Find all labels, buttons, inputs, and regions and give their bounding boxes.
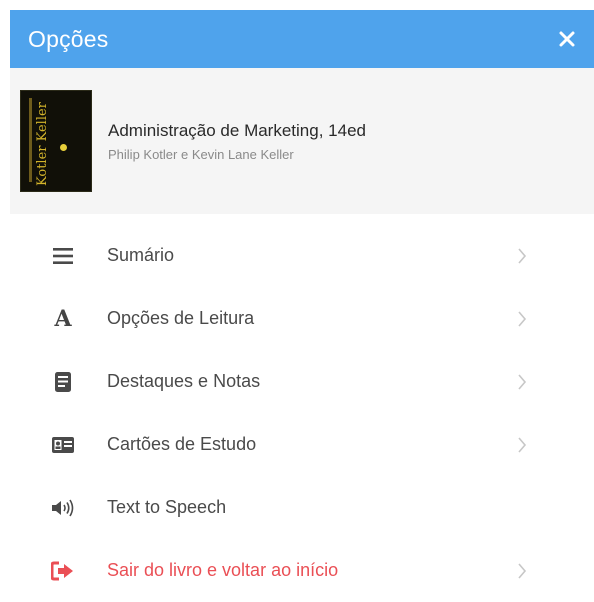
menu-item-label: Opções de Leitura <box>107 308 255 328</box>
book-info-section: Kotler Keller Administração de Marketing… <box>10 68 594 214</box>
menu-item-sair-livro[interactable]: Sair do livro e voltar ao início <box>10 539 594 602</box>
book-title: Administração de Marketing, 14ed <box>108 120 366 140</box>
header-title: Opções <box>28 25 109 52</box>
book-details: Administração de Marketing, 14ed Philip … <box>108 121 366 162</box>
options-header: Opções <box>10 10 594 68</box>
menu-item-label: Sair do livro e voltar ao início <box>107 560 339 580</box>
menu-item-text-to-speech[interactable]: Text to Speech <box>10 476 594 539</box>
notes-icon <box>50 369 76 395</box>
book-authors: Philip Kotler e Kevin Lane Keller <box>108 146 294 162</box>
menu-item-destaques-notas[interactable]: Destaques e Notas <box>10 350 594 413</box>
menu-item-sumario[interactable]: Sumário <box>10 224 594 287</box>
chevron-right-icon <box>515 560 529 582</box>
list-icon <box>50 243 76 269</box>
font-icon: A <box>54 305 72 332</box>
book-cover: Kotler Keller <box>20 90 92 192</box>
close-button[interactable] <box>552 24 582 54</box>
menu-item-cartoes-estudo[interactable]: Cartões de Estudo <box>10 413 594 476</box>
options-panel: Opções Kotler Keller Administração de Ma… <box>10 10 594 596</box>
menu-item-label: Text to Speech <box>107 497 227 517</box>
menu-item-opcoes-leitura[interactable]: A Opções de Leitura <box>10 287 594 350</box>
chevron-right-icon <box>515 371 529 393</box>
close-icon <box>559 31 575 47</box>
study-card-icon <box>50 432 76 458</box>
speaker-icon <box>50 495 76 521</box>
options-menu: Sumário A Opções de Leitura Destaques e … <box>10 224 594 602</box>
menu-item-label: Sumário <box>107 245 175 265</box>
exit-icon <box>50 558 76 584</box>
book-cover-text: Kotler Keller <box>35 102 50 186</box>
chevron-right-icon <box>515 434 529 456</box>
chevron-right-icon <box>515 245 529 267</box>
menu-item-label: Destaques e Notas <box>107 371 261 391</box>
cover-dot <box>60 144 67 151</box>
menu-item-label: Cartões de Estudo <box>107 434 257 454</box>
chevron-right-icon <box>515 308 529 330</box>
cover-decoration <box>29 98 32 182</box>
